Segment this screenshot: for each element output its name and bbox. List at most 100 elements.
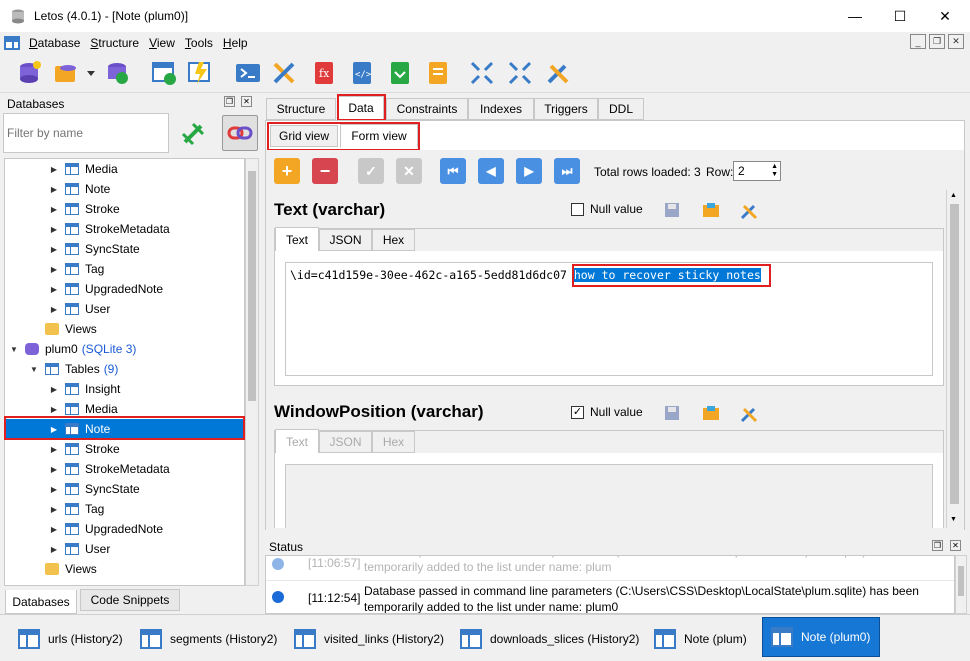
scroll-up-icon[interactable]: ▲ [950, 192, 957, 199]
row-spinbox[interactable]: 2 ▲ ▼ [733, 161, 781, 181]
tab-grid-view[interactable]: Grid view [270, 125, 338, 147]
scroll-down-icon[interactable]: ▼ [950, 516, 957, 523]
add-database-icon[interactable] [16, 59, 44, 87]
status-close-button[interactable]: ✕ [950, 540, 961, 551]
tree-item-stroke[interactable]: ▶ Stroke [5, 199, 244, 219]
field2-null-checkbox[interactable]: ✓ Null value [571, 405, 643, 419]
save-icon[interactable] [664, 202, 680, 218]
last-row-icon[interactable]: ⏭ [554, 158, 580, 184]
panel-float-button[interactable]: ❐ [224, 96, 235, 107]
spin-arrows-icon[interactable]: ▲ ▼ [771, 163, 778, 179]
menu-view[interactable]: View [144, 36, 180, 50]
tree-item-user-2[interactable]: ▶ User [5, 539, 244, 559]
tree-item-views-2[interactable]: Views [5, 559, 244, 579]
tab-form-view[interactable]: Form view [340, 124, 418, 148]
tree-item-tag[interactable]: ▶ Tag [5, 259, 244, 279]
mdi-close-button[interactable]: ✕ [948, 34, 964, 49]
menu-database[interactable]: Database [24, 36, 85, 50]
tree-item-syncstate-2[interactable]: ▶ SyncState [5, 479, 244, 499]
status-float-button[interactable]: ❐ [932, 540, 943, 551]
tab-constraints[interactable]: Constraints [386, 98, 468, 120]
add-table-icon[interactable] [150, 59, 178, 87]
delete-row-icon[interactable]: − [312, 158, 338, 184]
tree-item-db-plum0[interactable]: ▼ plum0 (SQLite 3) [5, 339, 244, 359]
field1-tab-json[interactable]: JSON [319, 229, 372, 251]
menu-tools[interactable]: Tools [180, 36, 218, 50]
notes-icon[interactable] [424, 59, 452, 87]
field1-null-checkbox[interactable]: Null value [571, 202, 643, 216]
tree-item-upgradednote[interactable]: ▶ UpgradedNote [5, 279, 244, 299]
tab-databases[interactable]: Databases [5, 590, 77, 614]
status-scrollbar[interactable] [955, 555, 967, 614]
open-file-icon[interactable] [702, 405, 720, 421]
tree-item-insight[interactable]: ▶ Insight [5, 379, 244, 399]
task-visited-links[interactable]: visited_links (History2) [286, 621, 452, 657]
tools-icon[interactable] [270, 59, 298, 87]
tree-item-views[interactable]: Views [5, 319, 244, 339]
tab-data[interactable]: Data [338, 96, 384, 120]
minimize-button[interactable]: — [832, 0, 878, 32]
task-downloads-slices[interactable]: downloads_slices (History2) [452, 621, 647, 657]
tab-code-snippets[interactable]: Code Snippets [80, 589, 180, 611]
maximize-button[interactable]: ☐ [877, 0, 923, 32]
tree-item-user[interactable]: ▶ User [5, 299, 244, 319]
open-database-icon[interactable] [52, 59, 80, 87]
fields-scrollbar[interactable]: ▲ ▼ [946, 190, 962, 528]
tree-item-strokemetadata-2[interactable]: ▶ StrokeMetadata [5, 459, 244, 479]
edit-tools-icon[interactable] [740, 405, 758, 423]
first-row-icon[interactable]: ⏮ [440, 158, 466, 184]
tree-item-syncstate[interactable]: ▶ SyncState [5, 239, 244, 259]
tree-item-stroke-2[interactable]: ▶ Stroke [5, 439, 244, 459]
field2-tab-json[interactable]: JSON [319, 431, 372, 453]
field1-textarea[interactable]: \id=c41d159e-30ee-462c-a165-5edd81d6dc07… [285, 262, 933, 376]
tree-item-tables[interactable]: ▼ Tables (9) [5, 359, 244, 379]
scrollbar-thumb[interactable] [958, 566, 964, 596]
rollback-icon[interactable]: ✕ [396, 158, 422, 184]
panel-close-button[interactable]: ✕ [241, 96, 252, 107]
sql-editor-icon[interactable] [234, 59, 262, 87]
field1-tab-text[interactable]: Text [275, 227, 319, 252]
filter-input[interactable] [3, 113, 169, 153]
scrollbar-thumb[interactable] [950, 204, 959, 504]
tab-ddl[interactable]: DDL [598, 98, 644, 120]
commit-icon[interactable]: ✓ [358, 158, 384, 184]
field2-tab-hex[interactable]: Hex [372, 431, 415, 453]
settings-tools-icon[interactable] [544, 59, 572, 87]
export-icon[interactable] [386, 59, 414, 87]
mdi-restore-button[interactable]: ❐ [929, 34, 945, 49]
link-icon[interactable] [222, 115, 258, 151]
menu-help[interactable]: Help [218, 36, 253, 50]
code-file-icon[interactable]: </> [348, 59, 376, 87]
field1-tab-hex[interactable]: Hex [372, 229, 415, 251]
tree-item-strokemetadata[interactable]: ▶ StrokeMetadata [5, 219, 244, 239]
collapse-icon[interactable] [468, 59, 496, 87]
scrollbar-thumb[interactable] [248, 171, 256, 401]
tab-structure[interactable]: Structure [266, 98, 336, 120]
tree-item-upgradednote-2[interactable]: ▶ UpgradedNote [5, 519, 244, 539]
edit-tools-icon[interactable] [740, 202, 758, 220]
tree-item-tag-2[interactable]: ▶ Tag [5, 499, 244, 519]
connect-icon[interactable] [176, 117, 210, 151]
close-button[interactable]: ✕ [922, 0, 968, 32]
tree-item-media[interactable]: ▶ Media [5, 159, 244, 179]
tab-triggers[interactable]: Triggers [534, 98, 598, 120]
task-note-plum[interactable]: Note (plum) [646, 621, 755, 657]
previous-row-icon[interactable]: ◀ [478, 158, 504, 184]
refresh-database-icon[interactable] [104, 59, 132, 87]
function-icon[interactable]: fx [310, 59, 338, 87]
tree-item-note[interactable]: ▶ Note [5, 179, 244, 199]
save-icon[interactable] [664, 405, 680, 421]
mdi-minimize-button[interactable]: _ [910, 34, 926, 49]
add-row-icon[interactable]: + [274, 158, 300, 184]
tab-indexes[interactable]: Indexes [468, 98, 534, 120]
menu-structure[interactable]: Structure [85, 36, 144, 50]
next-row-icon[interactable]: ▶ [516, 158, 542, 184]
open-dropdown-icon[interactable] [84, 59, 98, 87]
task-note-plum0[interactable]: Note (plum0) [762, 617, 880, 657]
tree-scrollbar[interactable] [245, 158, 259, 586]
expand-icon[interactable] [506, 59, 534, 87]
add-row-icon[interactable] [186, 59, 214, 87]
task-urls[interactable]: urls (History2) [10, 621, 131, 657]
task-segments[interactable]: segments (History2) [132, 621, 285, 657]
field2-tab-text[interactable]: Text [275, 429, 319, 454]
